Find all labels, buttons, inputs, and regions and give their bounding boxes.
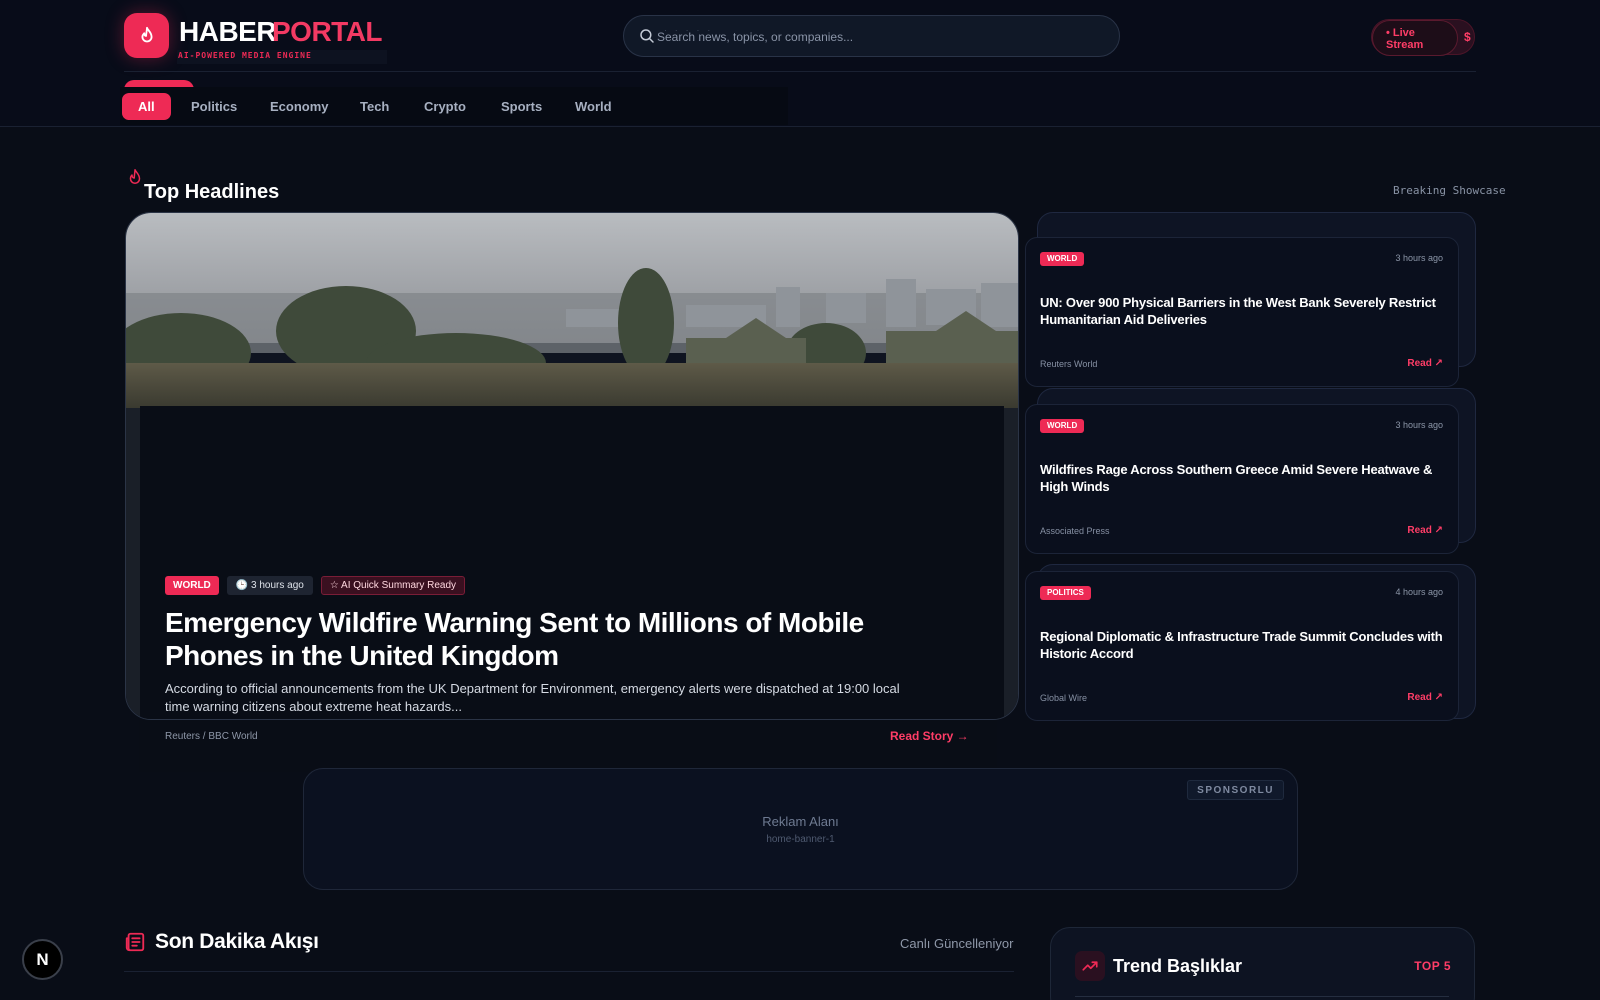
sponsored-badge: SPONSORLU bbox=[1187, 780, 1284, 800]
hero-summary: According to official announcements from… bbox=[165, 681, 900, 714]
header-divider bbox=[124, 71, 1476, 72]
hero-source: Reuters / BBC World bbox=[165, 731, 258, 742]
time-badge: 🕒 3 hours ago bbox=[226, 576, 313, 595]
ad-banner[interactable]: SPONSORLU Reklam Alanı home-banner-1 bbox=[303, 768, 1298, 890]
currency-button[interactable]: $ bbox=[1464, 30, 1471, 44]
trending-icon-box bbox=[1075, 951, 1105, 981]
story-time: 3 hours ago bbox=[1395, 420, 1443, 430]
tab-crypto[interactable]: Crypto bbox=[408, 93, 482, 120]
live-stream-button[interactable]: • Live Stream bbox=[1372, 20, 1458, 56]
ad-slot-id: home-banner-1 bbox=[766, 834, 835, 845]
trending-panel: Trend Başlıklar TOP 5 bbox=[1050, 927, 1475, 1000]
newspaper-icon bbox=[125, 932, 145, 952]
ad-title: Reklam Alanı bbox=[762, 814, 839, 829]
search-input[interactable] bbox=[657, 28, 1097, 46]
feed-divider bbox=[124, 971, 1014, 972]
trending-divider bbox=[1075, 996, 1449, 997]
trending-up-icon bbox=[1082, 961, 1098, 971]
search-icon bbox=[640, 29, 654, 43]
flame-icon bbox=[129, 169, 141, 184]
story-source: Associated Press bbox=[1040, 526, 1110, 536]
read-link[interactable]: Read ↗ bbox=[1407, 525, 1443, 536]
ai-summary-badge[interactable]: ☆ AI Quick Summary Ready bbox=[320, 576, 466, 595]
showcase-label: Breaking Showcase bbox=[1393, 184, 1506, 197]
tab-economy[interactable]: Economy bbox=[254, 93, 345, 120]
side-story-card[interactable]: POLITICS 4 hours ago Regional Diplomatic… bbox=[1025, 571, 1459, 721]
story-source: Reuters World bbox=[1040, 359, 1098, 369]
brand-name[interactable]: HABER bbox=[179, 16, 277, 48]
category-nav: All Politics Economy Tech Crypto Sports … bbox=[120, 87, 788, 125]
flame-icon bbox=[141, 26, 152, 42]
side-story-card[interactable]: WORLD 3 hours ago Wildfires Rage Across … bbox=[1025, 404, 1459, 554]
story-time: 3 hours ago bbox=[1395, 253, 1443, 263]
category-badge[interactable]: WORLD bbox=[1040, 252, 1085, 266]
hero-footer-background bbox=[139, 720, 997, 772]
category-badge[interactable]: WORLD bbox=[165, 576, 219, 595]
tab-sports[interactable]: Sports bbox=[485, 93, 558, 120]
read-story-link[interactable]: Read Story → bbox=[890, 729, 969, 743]
story-title[interactable]: UN: Over 900 Physical Barriers in the We… bbox=[1040, 294, 1445, 328]
dev-tools-button[interactable]: N bbox=[22, 939, 63, 980]
site-header: HABER PORTAL AI-POWERED MEDIA ENGINE · ·… bbox=[0, 0, 1600, 127]
logo[interactable] bbox=[124, 13, 169, 58]
story-title[interactable]: Wildfires Rage Across Southern Greece Am… bbox=[1040, 461, 1445, 495]
hero-title[interactable]: Emergency Wildfire Warning Sent to Milli… bbox=[165, 606, 965, 672]
section-title-headlines: Top Headlines bbox=[144, 181, 280, 203]
header-actions: • Live Stream $ bbox=[1371, 19, 1475, 56]
read-link[interactable]: Read ↗ bbox=[1407, 358, 1443, 369]
brand-name-accent[interactable]: PORTAL bbox=[272, 16, 383, 48]
tab-all[interactable]: All bbox=[122, 93, 171, 120]
tab-politics[interactable]: Politics bbox=[175, 93, 253, 120]
story-source: Global Wire bbox=[1040, 693, 1088, 703]
tab-world[interactable]: World bbox=[559, 93, 628, 120]
read-link[interactable]: Read ↗ bbox=[1407, 692, 1443, 703]
tab-tech[interactable]: Tech bbox=[344, 93, 405, 120]
section-title-feed: Son Dakika Akışı bbox=[155, 930, 319, 953]
trending-title: Trend Başlıklar bbox=[1113, 956, 1243, 976]
hero-overlay bbox=[140, 406, 1004, 719]
category-badge[interactable]: WORLD bbox=[1040, 419, 1085, 433]
brand-tagline: AI-POWERED MEDIA ENGINE bbox=[177, 50, 387, 64]
story-time: 4 hours ago bbox=[1395, 587, 1443, 597]
side-story-card[interactable]: WORLD 3 hours ago UN: Over 900 Physical … bbox=[1025, 237, 1459, 387]
search-bar[interactable]: · · · · · bbox=[623, 15, 1120, 57]
hero-badges: WORLD 🕒 3 hours ago ☆ AI Quick Summary R… bbox=[165, 576, 466, 595]
trending-badge: TOP 5 bbox=[1414, 959, 1451, 973]
category-badge[interactable]: POLITICS bbox=[1040, 586, 1091, 600]
feed-status: Canlı Güncelleniyor bbox=[900, 936, 1014, 951]
story-title[interactable]: Regional Diplomatic & Infrastructure Tra… bbox=[1040, 628, 1445, 662]
